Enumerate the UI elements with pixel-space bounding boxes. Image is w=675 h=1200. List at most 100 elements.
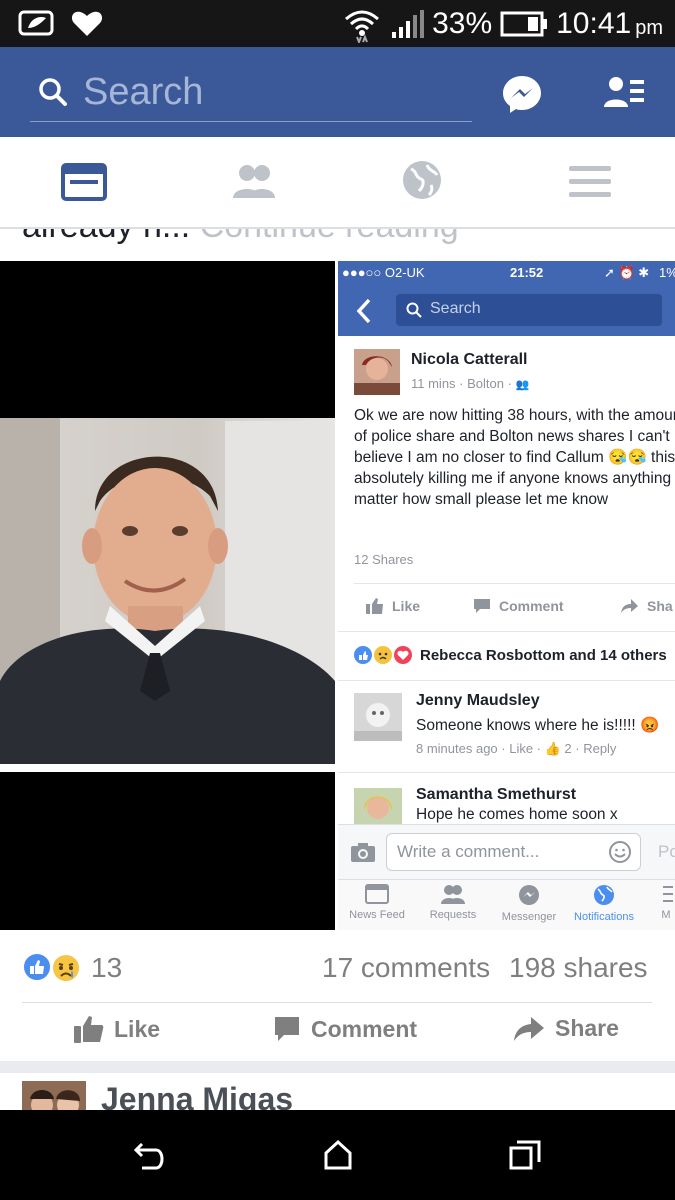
friends-audience-icon: 👥 (515, 379, 530, 391)
comments-count[interactable]: 17 comments (322, 952, 490, 984)
like-reaction-badge-icon (22, 952, 52, 982)
embedded-battery: 1% (659, 265, 675, 280)
embedded-tab-news-feed: News Feed (344, 884, 410, 921)
embedded-tab-bar: News Feed Requests Messenger Notificatio… (338, 879, 675, 930)
comment-text-jenny: Someone knows where he is!!!!! 😡 (416, 717, 660, 734)
embedded-search-label: Search (430, 300, 481, 317)
love-reaction-icon (394, 646, 412, 664)
embedded-header: Search (338, 286, 675, 336)
continue-reading-link[interactable]: Continue reading (200, 229, 459, 245)
search-placeholder: Search (83, 71, 204, 113)
clock: 10:41 (556, 7, 632, 40)
back-chevron-icon (356, 298, 371, 324)
news-feed-icon (365, 884, 389, 904)
battery-icon (500, 11, 548, 37)
comment-bubble-icon (474, 599, 490, 613)
embedded-write-comment-bar: Write a comment... Po (338, 824, 675, 880)
camera-icon (351, 843, 375, 862)
recent-apps-icon[interactable] (509, 1140, 541, 1170)
post-truncated-text: already n... (22, 229, 190, 245)
write-comment-placeholder: Write a comment... (397, 842, 540, 861)
next-post-header: Jenna Migas (0, 1073, 675, 1110)
reactions-count: 13 (91, 952, 123, 983)
embedded-meta: 11 mins · Bolton · (411, 376, 512, 391)
like-thumb-icon (366, 598, 383, 614)
embedded-reactors-text: Rebecca Rosbottom and 14 others (420, 646, 667, 664)
messenger-small-icon (519, 885, 539, 905)
feed-separator (0, 1061, 675, 1073)
embedded-time: 21:52 (510, 265, 544, 280)
news-feed-tab-icon[interactable] (61, 163, 107, 201)
embedded-screenshot[interactable]: ●●●○○ O2-UK 21:52 ➚ ⏰ ✱ 1% Search Nicola… (338, 261, 675, 930)
sad-reaction-icon (374, 646, 392, 664)
embedded-tab-notifications: Notifications (564, 884, 644, 923)
share-button[interactable]: Share (513, 1015, 619, 1042)
post-text-clipped: already n... Continue reading (0, 229, 675, 261)
embedded-author: Nicola Catterall (411, 351, 528, 368)
shares-count[interactable]: 198 shares (509, 952, 648, 984)
nav-tabs (0, 137, 675, 229)
like-reaction-icon (354, 646, 372, 664)
share-arrow-icon (514, 1016, 544, 1041)
embedded-carrier: ●●●○○ O2-UK (342, 265, 425, 280)
embedded-shares: 12 Shares (354, 552, 414, 567)
jenna-avatar[interactable] (22, 1081, 86, 1110)
share-arrow-icon (621, 599, 638, 613)
friend-requests-icon[interactable] (604, 75, 646, 109)
post-counts-row[interactable]: 13 17 comments 198 shares (0, 930, 675, 1002)
wifi-icon (345, 10, 380, 43)
leaf-notification-icon (18, 10, 54, 36)
embedded-tab-more: M (656, 884, 675, 921)
like-button[interactable]: Like (74, 1015, 160, 1043)
more-lines-icon (663, 886, 673, 902)
embedded-share-button: Sha (621, 598, 673, 614)
post-comment-label: Po (658, 842, 675, 861)
samantha-avatar (354, 788, 402, 826)
status-left-icons (18, 8, 104, 38)
post-actions: Like Comment Share (0, 1003, 675, 1061)
signal-icon (392, 10, 425, 38)
embedded-reactions: Rebecca Rosbottom and 14 others (354, 646, 667, 664)
globe-notifications-icon[interactable] (401, 159, 443, 201)
emoji-icon (609, 841, 631, 863)
search-icon (39, 78, 67, 106)
clock-ampm: pm (635, 16, 663, 39)
comment-text-samantha: Hope he comes home soon x (416, 806, 618, 823)
menu-icon[interactable] (569, 164, 611, 198)
embedded-status-bar: ●●●○○ O2-UK 21:52 ➚ ⏰ ✱ 1% (338, 261, 675, 286)
comment-author-jenny: Jenny Maudsley (416, 692, 540, 709)
embedded-status-icons: ➚ ⏰ ✱ (604, 265, 650, 280)
app-header: Search (0, 47, 675, 137)
post-photo-boy[interactable] (0, 261, 335, 930)
battery-percent: 33% (432, 7, 493, 40)
sad-reaction-badge-icon (51, 953, 81, 983)
next-post-author[interactable]: Jenna Migas (101, 1081, 293, 1110)
friends-tab-icon[interactable] (231, 162, 277, 200)
requests-icon (441, 885, 465, 904)
boy-portrait-photo (0, 418, 335, 772)
embedded-comment-button: Comment (473, 598, 564, 614)
jenny-avatar (354, 693, 402, 741)
embedded-tab-messenger: Messenger (494, 884, 564, 923)
embedded-like-button: Like (366, 598, 420, 614)
comment-meta-jenny: 8 minutes ago · Like · 👍 2 · Reply (416, 741, 617, 756)
status-right-icons: 33% 10:41 pm (342, 4, 663, 44)
notifications-globe-small-icon (594, 885, 614, 905)
search-input[interactable]: Search (30, 65, 472, 122)
comment-label: Comment (311, 1015, 418, 1042)
share-label: Share (555, 1015, 619, 1041)
embedded-tab-requests: Requests (420, 884, 486, 921)
home-icon[interactable] (323, 1140, 353, 1170)
comment-button[interactable]: Comment (273, 1015, 417, 1043)
embedded-search-bar: Search (396, 294, 662, 326)
embedded-post-text: Ok we are now hitting 38 hours, with the… (354, 407, 675, 508)
android-nav-bar (0, 1110, 675, 1200)
nicola-avatar (354, 349, 400, 395)
comment-author-samantha: Samantha Smethurst (416, 786, 577, 803)
comment-bubble-icon (275, 1017, 299, 1041)
back-icon[interactable] (134, 1140, 166, 1170)
like-label: Like (114, 1015, 161, 1042)
like-thumb-icon (74, 1016, 104, 1043)
heart-icon (71, 11, 103, 37)
messenger-icon[interactable] (502, 74, 542, 114)
